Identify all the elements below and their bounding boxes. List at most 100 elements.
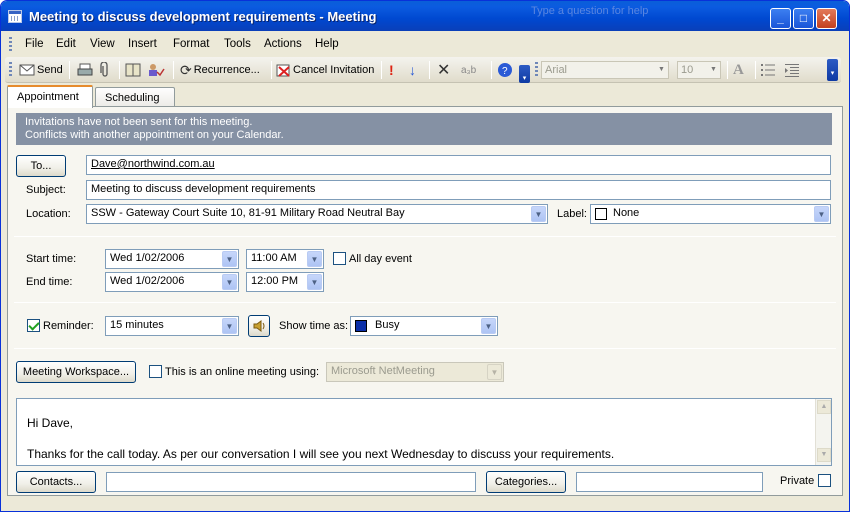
toolbar-overflow-chevron[interactable]: ▾: [519, 65, 530, 83]
send-button[interactable]: Send: [19, 62, 63, 78]
location-combo[interactable]: SSW - Gateway Court Suite 10, 81-91 Mili…: [86, 204, 548, 224]
end-date-picker[interactable]: Wed 1/02/2006 ▼: [105, 272, 239, 292]
help-button[interactable]: ?: [497, 62, 513, 78]
close-button[interactable]: ✕: [816, 8, 837, 29]
chevron-down-icon[interactable]: ▼: [307, 274, 322, 290]
subject-label: Subject:: [26, 184, 66, 196]
chevron-down-icon[interactable]: ▼: [222, 274, 237, 290]
font-color-button[interactable]: A: [733, 62, 744, 78]
info-bar: Invitations have not been sent for this …: [16, 113, 832, 145]
delete-x-icon: ✕: [437, 62, 451, 79]
meeting-workspace-button[interactable]: Meeting Workspace...: [16, 361, 136, 383]
cancel-invitation-button[interactable]: Cancel Invitation: [276, 62, 374, 78]
print-button[interactable]: [77, 62, 93, 78]
online-meeting-label: This is an online meeting using:: [165, 366, 320, 378]
help-icon: ?: [498, 63, 512, 77]
toolbar-separator: [381, 61, 382, 79]
format-text-button[interactable]: a₃b: [461, 62, 476, 78]
font-value: Arial: [545, 64, 568, 76]
chevron-down-icon[interactable]: ▼: [487, 364, 502, 380]
reminder-sound-button[interactable]: [248, 315, 270, 337]
body-scrollbar[interactable]: ▲ ▼: [815, 399, 831, 465]
recurrence-button[interactable]: ⟳ Recurrence...: [180, 62, 260, 78]
end-time-value: 12:00 PM: [251, 275, 299, 287]
menu-view[interactable]: View: [90, 38, 115, 50]
bullets-button[interactable]: [761, 62, 775, 78]
recurrence-label: Recurrence...: [193, 64, 260, 76]
font-size-dropdown[interactable]: 10 ▼: [677, 61, 721, 79]
chevron-down-icon[interactable]: ▼: [222, 318, 237, 334]
font-a-icon: A: [733, 61, 744, 78]
title-bar[interactable]: Meeting to discuss development requireme…: [1, 1, 849, 31]
categories-field[interactable]: [576, 472, 763, 492]
label-label: Label:: [557, 208, 587, 220]
label-dropdown[interactable]: None ▼: [590, 204, 831, 224]
font-dropdown[interactable]: Arial ▼: [541, 61, 669, 79]
start-time-value: 11:00 AM: [251, 252, 297, 264]
maximize-button[interactable]: □: [793, 8, 814, 29]
all-day-checkbox[interactable]: [333, 252, 346, 265]
reminder-checkbox[interactable]: [27, 319, 40, 332]
menu-insert[interactable]: Insert: [128, 38, 157, 50]
toolbar-separator: [755, 61, 756, 79]
subject-field[interactable]: Meeting to discuss development requireme…: [86, 180, 831, 200]
attach-button[interactable]: [99, 62, 111, 78]
delete-button[interactable]: ✕: [437, 62, 451, 79]
chevron-down-icon[interactable]: ▼: [222, 251, 237, 267]
chevron-down-icon[interactable]: ▼: [481, 318, 496, 334]
contacts-field[interactable]: [106, 472, 476, 492]
online-meeting-checkbox[interactable]: [149, 365, 162, 378]
end-time-picker[interactable]: 12:00 PM ▼: [246, 272, 324, 292]
toolbar-separator: [119, 61, 120, 79]
to-button[interactable]: To...: [16, 155, 66, 177]
busy-color-swatch: [355, 320, 367, 332]
scroll-up-icon[interactable]: ▲: [817, 400, 831, 414]
importance-low-button[interactable]: ↓: [409, 62, 416, 78]
menu-tools[interactable]: Tools: [224, 38, 251, 50]
start-date-picker[interactable]: Wed 1/02/2006 ▼: [105, 249, 239, 269]
cancel-invitation-label: Cancel Invitation: [293, 64, 375, 76]
categories-button[interactable]: Categories...: [486, 471, 566, 493]
contacts-button[interactable]: Contacts...: [16, 471, 96, 493]
tab-appointment[interactable]: Appointment: [7, 85, 93, 108]
menu-format[interactable]: Format: [173, 38, 209, 50]
minimize-button[interactable]: _: [770, 8, 791, 29]
menu-edit[interactable]: Edit: [56, 38, 76, 50]
menu-grip[interactable]: [9, 37, 12, 51]
recurrence-icon: ⟳: [180, 61, 192, 78]
to-field[interactable]: Dave@northwind.com.au: [86, 155, 831, 175]
indent-button[interactable]: [785, 62, 799, 78]
menu-help[interactable]: Help: [315, 38, 339, 50]
appointment-panel: Invitations have not been sent for this …: [7, 106, 843, 496]
bullets-icon: [761, 64, 775, 76]
menu-file[interactable]: File: [25, 38, 44, 50]
menu-bar: File Edit View Insert Format Tools Actio…: [5, 33, 845, 55]
importance-high-button[interactable]: !: [389, 62, 394, 78]
formatting-grip[interactable]: [535, 62, 538, 78]
divider: [14, 302, 836, 303]
scroll-down-icon[interactable]: ▼: [817, 448, 831, 462]
chevron-down-icon[interactable]: ▼: [307, 251, 322, 267]
online-meeting-dropdown[interactable]: Microsoft NetMeeting ▼: [326, 362, 504, 382]
divider: [14, 236, 836, 237]
down-arrow-icon: ↓: [409, 62, 416, 78]
formatting-overflow-chevron[interactable]: ▾: [827, 59, 838, 81]
chevron-down-icon[interactable]: ▼: [531, 206, 546, 222]
start-time-label: Start time:: [26, 253, 77, 265]
toolbar-separator: [271, 61, 272, 79]
body-line-1: Hi Dave,: [27, 416, 74, 430]
toolbar-grip[interactable]: [9, 62, 12, 78]
menu-actions[interactable]: Actions: [264, 38, 302, 50]
message-body[interactable]: Hi Dave, Thanks for the call today. As p…: [16, 398, 832, 466]
address-book-button[interactable]: [125, 62, 141, 78]
tab-scheduling[interactable]: Scheduling: [95, 87, 175, 107]
private-checkbox[interactable]: [818, 474, 831, 487]
printer-icon: [77, 63, 93, 76]
reminder-value: 15 minutes: [110, 319, 164, 331]
chevron-down-icon[interactable]: ▼: [814, 206, 829, 222]
show-time-as-dropdown[interactable]: Busy ▼: [350, 316, 498, 336]
check-names-button[interactable]: [147, 62, 165, 78]
body-line-2: Thanks for the call today. As per our co…: [27, 447, 615, 461]
start-time-picker[interactable]: 11:00 AM ▼: [246, 249, 324, 269]
reminder-dropdown[interactable]: 15 minutes ▼: [105, 316, 239, 336]
